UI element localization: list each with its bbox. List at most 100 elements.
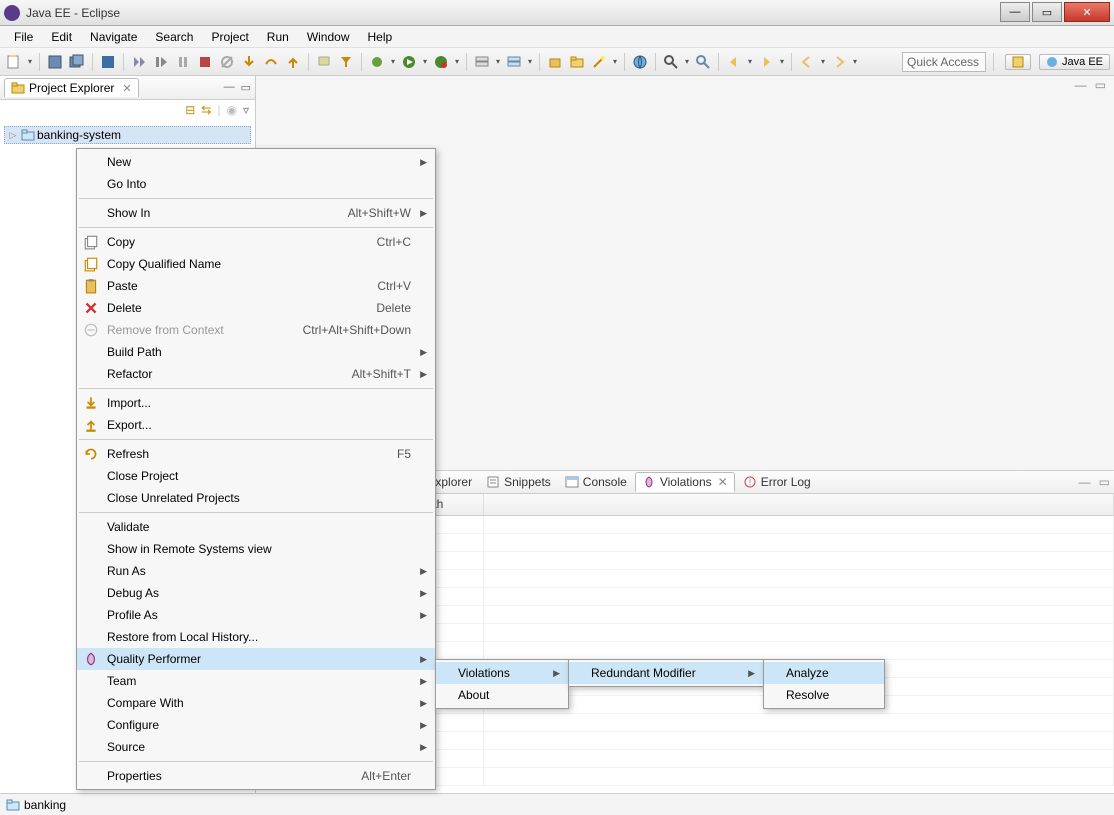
debug-icon[interactable] <box>368 53 386 71</box>
annotation-prev-icon[interactable] <box>725 53 743 71</box>
ctx-resolve[interactable]: Resolve <box>764 684 884 706</box>
project-name: banking-system <box>37 128 121 142</box>
new-dropdown[interactable]: ▾ <box>26 57 34 66</box>
close-tab-icon[interactable]: ✕ <box>718 475 728 489</box>
ctx-validate[interactable]: Validate <box>77 516 435 538</box>
save-all-icon[interactable] <box>68 53 86 71</box>
ctx-import[interactable]: Import... <box>77 392 435 414</box>
ctx-qp-violations[interactable]: Violations▶ <box>436 662 568 684</box>
ctx-close-unrelated[interactable]: Close Unrelated Projects <box>77 487 435 509</box>
minimize-button[interactable]: — <box>1000 2 1030 22</box>
project-explorer-tab[interactable]: Project Explorer ✕ <box>4 78 139 97</box>
editor-maximize-icon[interactable]: ▭ <box>1095 78 1106 92</box>
ctx-compare-with[interactable]: Compare With▶ <box>77 692 435 714</box>
tab-console[interactable]: Console <box>559 473 633 491</box>
annotation-next-icon[interactable] <box>757 53 775 71</box>
ctx-analyze[interactable]: Analyze <box>764 662 884 684</box>
close-view-icon[interactable]: ✕ <box>122 82 131 95</box>
expand-icon[interactable]: ▷ <box>7 130 19 141</box>
run-last-icon[interactable] <box>432 53 450 71</box>
ctx-run-as[interactable]: Run As▶ <box>77 560 435 582</box>
project-explorer-icon <box>11 81 25 95</box>
maximize-button[interactable]: ▭ <box>1032 2 1062 22</box>
grid-col-rest[interactable] <box>484 494 1114 516</box>
search2-icon[interactable] <box>694 53 712 71</box>
tab-violations[interactable]: Violations✕ <box>635 472 735 492</box>
wand-icon[interactable] <box>590 53 608 71</box>
ctx-copy-qualified[interactable]: Copy Qualified Name <box>77 253 435 275</box>
new-icon[interactable] <box>5 53 23 71</box>
server2-icon[interactable] <box>505 53 523 71</box>
drop-icon[interactable] <box>315 53 333 71</box>
menu-file[interactable]: File <box>6 28 41 46</box>
ctx-paste[interactable]: PasteCtrl+V <box>77 275 435 297</box>
ctx-new[interactable]: New▶ <box>77 151 435 173</box>
skip-icon[interactable] <box>130 53 148 71</box>
tab-snippets[interactable]: Snippets <box>480 473 557 491</box>
quality-performer-icon <box>83 651 99 667</box>
ctx-debug-as[interactable]: Debug As▶ <box>77 582 435 604</box>
minimize-view-icon[interactable]: — <box>224 81 235 94</box>
menu-search[interactable]: Search <box>147 28 201 46</box>
search-icon[interactable] <box>662 53 680 71</box>
view-menu-icon[interactable]: ▿ <box>243 103 249 117</box>
ctx-build-path[interactable]: Build Path▶ <box>77 341 435 363</box>
menu-navigate[interactable]: Navigate <box>82 28 145 46</box>
forward-icon[interactable] <box>830 53 848 71</box>
terminate-icon[interactable] <box>196 53 214 71</box>
tab-error-log[interactable]: !Error Log <box>737 473 817 491</box>
window-controls: — ▭ ✕ <box>1000 2 1110 22</box>
link-editor-icon[interactable]: ⇆ <box>201 103 211 117</box>
menu-edit[interactable]: Edit <box>43 28 80 46</box>
title-bar: Java EE - Eclipse — ▭ ✕ <box>0 0 1114 26</box>
ctx-refactor[interactable]: RefactorAlt+Shift+T▶ <box>77 363 435 385</box>
step-return-icon[interactable] <box>284 53 302 71</box>
ctx-refresh[interactable]: RefreshF5 <box>77 443 435 465</box>
ctx-configure[interactable]: Configure▶ <box>77 714 435 736</box>
ctx-redundant-modifier[interactable]: Redundant Modifier▶ <box>569 662 763 684</box>
server-icon[interactable] <box>473 53 491 71</box>
ctx-quality-performer[interactable]: Quality Performer▶ <box>77 648 435 670</box>
step-filter-icon[interactable] <box>337 53 355 71</box>
ctx-source[interactable]: Source▶ <box>77 736 435 758</box>
suspend-icon[interactable] <box>174 53 192 71</box>
ctx-close-project[interactable]: Close Project <box>77 465 435 487</box>
new-pkg-icon[interactable] <box>546 53 564 71</box>
perspective-javaee[interactable]: Java EE <box>1039 54 1110 70</box>
resume-icon[interactable] <box>152 53 170 71</box>
ctx-copy[interactable]: CopyCtrl+C <box>77 231 435 253</box>
quick-access-input[interactable] <box>902 52 986 72</box>
editor-minimize-icon[interactable]: — <box>1075 78 1087 92</box>
open-perspective-button[interactable] <box>1005 54 1031 70</box>
new-folder-icon[interactable] <box>568 53 586 71</box>
save-icon[interactable] <box>46 53 64 71</box>
ctx-team[interactable]: Team▶ <box>77 670 435 692</box>
menu-window[interactable]: Window <box>299 28 358 46</box>
focus-task-icon[interactable]: ◉ <box>226 103 236 117</box>
step-over-icon[interactable] <box>262 53 280 71</box>
ctx-show-in[interactable]: Show InAlt+Shift+W▶ <box>77 202 435 224</box>
run-icon[interactable] <box>400 53 418 71</box>
close-button[interactable]: ✕ <box>1064 2 1110 22</box>
ctx-delete[interactable]: DeleteDelete <box>77 297 435 319</box>
ctx-export[interactable]: Export... <box>77 414 435 436</box>
ctx-show-remote[interactable]: Show in Remote Systems view <box>77 538 435 560</box>
ctx-go-into[interactable]: Go Into <box>77 173 435 195</box>
collapse-all-icon[interactable]: ⊟ <box>185 103 195 117</box>
bottom-minimize-icon[interactable]: — <box>1079 475 1091 489</box>
ctx-properties[interactable]: PropertiesAlt+Enter <box>77 765 435 787</box>
globe-icon[interactable] <box>631 53 649 71</box>
maximize-view-icon[interactable]: ▭ <box>241 81 251 94</box>
step-into-icon[interactable] <box>240 53 258 71</box>
ctx-profile-as[interactable]: Profile As▶ <box>77 604 435 626</box>
menu-project[interactable]: Project <box>203 28 256 46</box>
toggle-icon[interactable] <box>99 53 117 71</box>
ctx-qp-about[interactable]: About <box>436 684 568 706</box>
menu-help[interactable]: Help <box>360 28 401 46</box>
bottom-maximize-icon[interactable]: ▭ <box>1099 475 1110 489</box>
menu-run[interactable]: Run <box>259 28 297 46</box>
disconnect-icon[interactable] <box>218 53 236 71</box>
tree-node-project[interactable]: ▷ banking-system <box>4 126 251 144</box>
ctx-restore-history[interactable]: Restore from Local History... <box>77 626 435 648</box>
back-icon[interactable] <box>798 53 816 71</box>
